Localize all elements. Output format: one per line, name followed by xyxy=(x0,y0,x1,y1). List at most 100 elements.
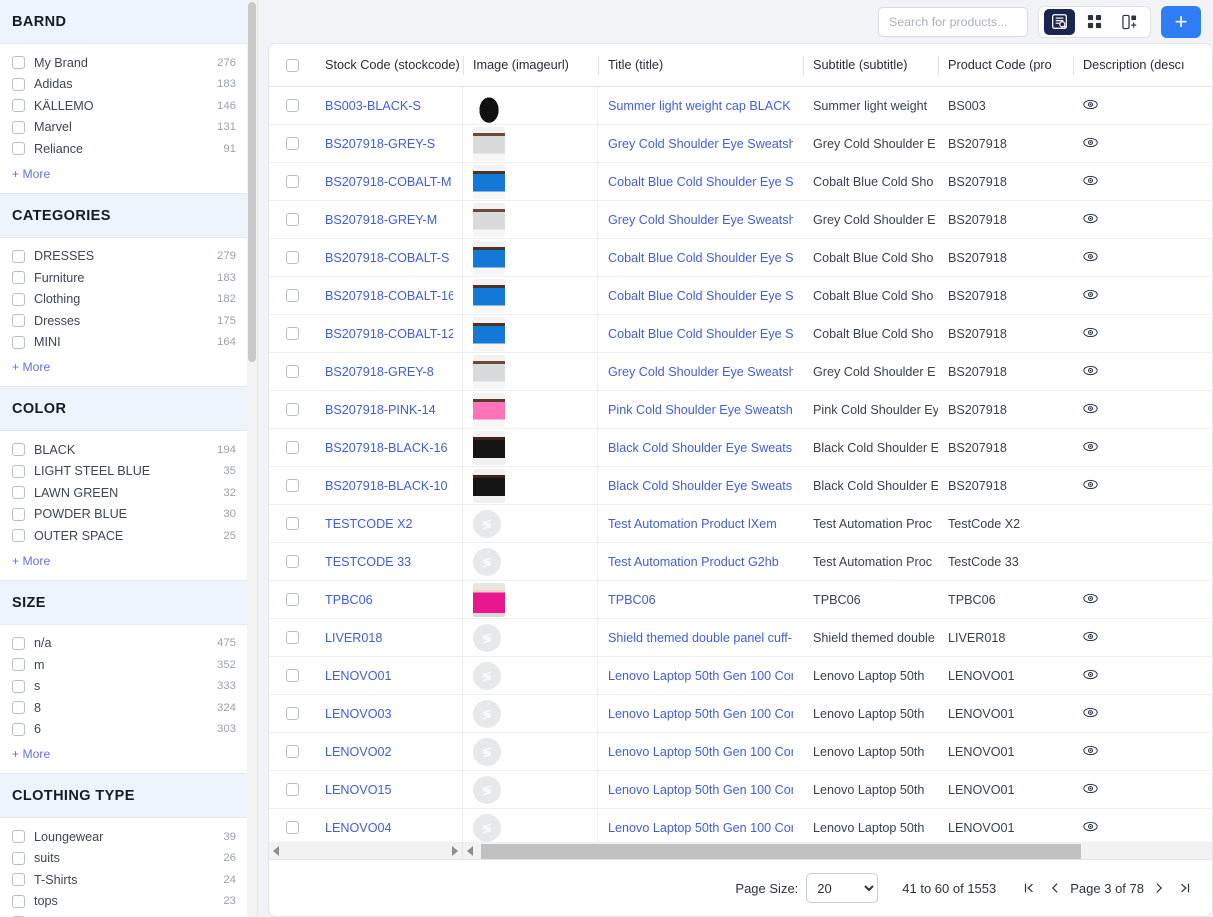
cell-stockcode[interactable]: LENOVO15 xyxy=(315,770,463,809)
row-checkbox[interactable] xyxy=(285,213,299,226)
cell-title[interactable]: TPBC06 xyxy=(598,581,803,619)
column-header-stockcode[interactable]: Stock Code (stockcode) xyxy=(315,44,463,87)
cell-title[interactable]: Pink Cold Shoulder Eye Sweatshir xyxy=(598,391,803,429)
cell-title[interactable]: Grey Cold Shoulder Eye Sweatshir xyxy=(598,353,803,391)
stockcode-link[interactable]: BS207918-PINK-14 xyxy=(325,403,436,417)
title-link[interactable]: Grey Cold Shoulder Eye Sweatshir xyxy=(608,365,793,379)
cell-stockcode[interactable]: BS003-BLACK-S xyxy=(315,87,463,125)
stockcode-link[interactable]: BS207918-GREY-M xyxy=(325,213,437,227)
cell-description[interactable] xyxy=(1073,315,1212,353)
cell-description[interactable] xyxy=(1073,239,1212,277)
cell-description[interactable] xyxy=(1073,657,1212,695)
cell-title[interactable]: Test Automation Product G2hb xyxy=(598,543,803,581)
stockcode-link[interactable]: BS207918-GREY-8 xyxy=(325,365,434,379)
row-checkbox[interactable] xyxy=(285,745,299,758)
title-link[interactable]: Black Cold Shoulder Eye Sweatshi xyxy=(608,441,793,455)
search-input[interactable] xyxy=(878,6,1028,37)
column-header-title[interactable]: Title (title) xyxy=(598,44,803,87)
cell-description[interactable] xyxy=(1073,201,1212,239)
cell-description[interactable] xyxy=(1073,543,1212,581)
row-checkbox[interactable] xyxy=(285,783,299,796)
cell-title[interactable]: Black Cold Shoulder Eye Sweatshi xyxy=(598,429,803,467)
stockcode-link[interactable]: LIVER018 xyxy=(325,631,382,645)
table-row[interactable]: LENOVO01 ≶ Lenovo Laptop 50th Gen 100 Core… xyxy=(269,656,1212,695)
select-all-checkbox[interactable] xyxy=(285,58,299,72)
cell-description[interactable] xyxy=(1073,277,1212,315)
title-link[interactable]: Shield themed double panel cuff- xyxy=(608,631,792,645)
description-preview-icon[interactable] xyxy=(1083,592,1098,607)
cell-title[interactable]: Grey Cold Shoulder Eye Sweatshir xyxy=(598,125,803,163)
cell-stockcode[interactable]: BS207918-GREY-M xyxy=(315,200,463,239)
table-row[interactable]: BS003-BLACK-S Summer light weight cap BLA… xyxy=(269,87,1212,125)
table-row[interactable]: LIVER018 ≶ Shield themed double panel cuff… xyxy=(269,618,1212,657)
table-row[interactable]: BS207918-GREY-8 Grey Cold Shoulder Eye Sw… xyxy=(269,352,1212,391)
table-row[interactable]: BS207918-BLACK-16 Black Cold Shoulder Eye… xyxy=(269,428,1212,467)
row-select-cell[interactable] xyxy=(269,87,315,125)
facet-option[interactable]: Dresses 175 xyxy=(12,310,236,332)
facet-more-link[interactable]: + More xyxy=(12,747,50,761)
stockcode-link[interactable]: TPBC06 xyxy=(325,593,373,607)
stockcode-link[interactable]: BS207918-GREY-S xyxy=(325,137,435,151)
title-link[interactable]: Lenovo Laptop 50th Gen 100 Core xyxy=(608,783,793,797)
cell-stockcode[interactable]: LENOVO03 xyxy=(315,694,463,733)
grid-view-button[interactable] xyxy=(1079,9,1110,35)
row-checkbox[interactable] xyxy=(285,593,299,606)
page-size-select[interactable]: 2050100 xyxy=(806,873,879,903)
title-link[interactable]: Lenovo Laptop 50th Gen 100 Core xyxy=(608,707,793,721)
facet-checkbox[interactable] xyxy=(12,873,25,887)
cell-title[interactable]: Cobalt Blue Cold Shoulder Eye Sw xyxy=(598,163,803,201)
stockcode-link[interactable]: BS003-BLACK-S xyxy=(325,99,421,113)
cell-stockcode[interactable]: BS207918-COBALT-M xyxy=(315,162,463,201)
cell-stockcode[interactable]: BS207918-GREY-8 xyxy=(315,352,463,391)
facet-option[interactable]: My Brand 276 xyxy=(12,52,236,74)
description-preview-icon[interactable] xyxy=(1083,212,1098,227)
facet-checkbox[interactable] xyxy=(12,830,25,844)
stockcode-link[interactable]: BS207918-COBALT-12 xyxy=(325,327,453,341)
facet-more-link[interactable]: + More xyxy=(12,360,50,374)
cell-title[interactable]: Summer light weight cap BLACK xyxy=(598,87,803,125)
table-row[interactable]: BS207918-COBALT-M Cobalt Blue Cold Should… xyxy=(269,162,1212,201)
grid-horizontal-scrollbar[interactable] xyxy=(463,843,1212,859)
facet-option[interactable]: Furniture 183 xyxy=(12,267,236,289)
table-row[interactable]: BS207918-COBALT-S Cobalt Blue Cold Should… xyxy=(269,238,1212,277)
facet-option[interactable]: POWDER BLUE 30 xyxy=(12,504,236,526)
row-select-cell[interactable] xyxy=(269,315,315,353)
facet-checkbox[interactable] xyxy=(12,486,25,500)
facet-option[interactable]: Clothing 182 xyxy=(12,289,236,311)
table-row[interactable]: BS207918-GREY-M Grey Cold Shoulder Eye Sw… xyxy=(269,200,1212,239)
facet-option[interactable]: BLACK 194 xyxy=(12,439,236,461)
row-select-cell[interactable] xyxy=(269,467,315,505)
last-page-button[interactable] xyxy=(1172,875,1198,901)
cell-stockcode[interactable]: TESTCODE 33 xyxy=(315,542,463,581)
stockcode-link[interactable]: BS207918-BLACK-16 xyxy=(325,441,448,455)
table-row[interactable]: LENOVO02 ≶ Lenovo Laptop 50th Gen 100 Core… xyxy=(269,732,1212,771)
cell-title[interactable]: Test Automation Product lXem xyxy=(598,505,803,543)
title-link[interactable]: TPBC06 xyxy=(608,593,656,607)
description-preview-icon[interactable] xyxy=(1083,782,1098,797)
facet-checkbox[interactable] xyxy=(12,507,25,521)
row-select-cell[interactable] xyxy=(269,353,315,391)
description-preview-icon[interactable] xyxy=(1083,402,1098,417)
facet-option[interactable]: m 352 xyxy=(12,654,236,676)
cell-stockcode[interactable]: LENOVO04 xyxy=(315,808,463,842)
row-checkbox[interactable] xyxy=(285,327,299,340)
cell-title[interactable]: Lenovo Laptop 50th Gen 100 Core xyxy=(598,657,803,695)
cell-title[interactable]: Lenovo Laptop 50th Gen 100 Core xyxy=(598,733,803,771)
list-search-view-button[interactable] xyxy=(1044,8,1075,35)
column-header-productcode[interactable]: Product Code (pro xyxy=(938,44,1073,87)
stockcode-link[interactable]: LENOVO02 xyxy=(325,745,392,759)
cell-description[interactable] xyxy=(1073,467,1212,505)
stockcode-link[interactable]: BS207918-COBALT-16 xyxy=(325,289,453,303)
cell-title[interactable]: Shield themed double panel cuff- xyxy=(598,619,803,657)
facet-checkbox[interactable] xyxy=(12,292,25,306)
cell-stockcode[interactable]: TPBC06 xyxy=(315,580,463,619)
description-preview-icon[interactable] xyxy=(1083,250,1098,265)
facet-option[interactable]: 8 324 xyxy=(12,697,236,719)
cell-stockcode[interactable]: LIVER018 xyxy=(315,618,463,657)
title-link[interactable]: Black Cold Shoulder Eye Sweatshi xyxy=(608,479,793,493)
facet-more-link[interactable]: + More xyxy=(12,554,50,568)
description-preview-icon[interactable] xyxy=(1083,744,1098,759)
cell-description[interactable] xyxy=(1073,581,1212,619)
row-select-cell[interactable] xyxy=(269,505,315,543)
cell-description[interactable] xyxy=(1073,733,1212,771)
